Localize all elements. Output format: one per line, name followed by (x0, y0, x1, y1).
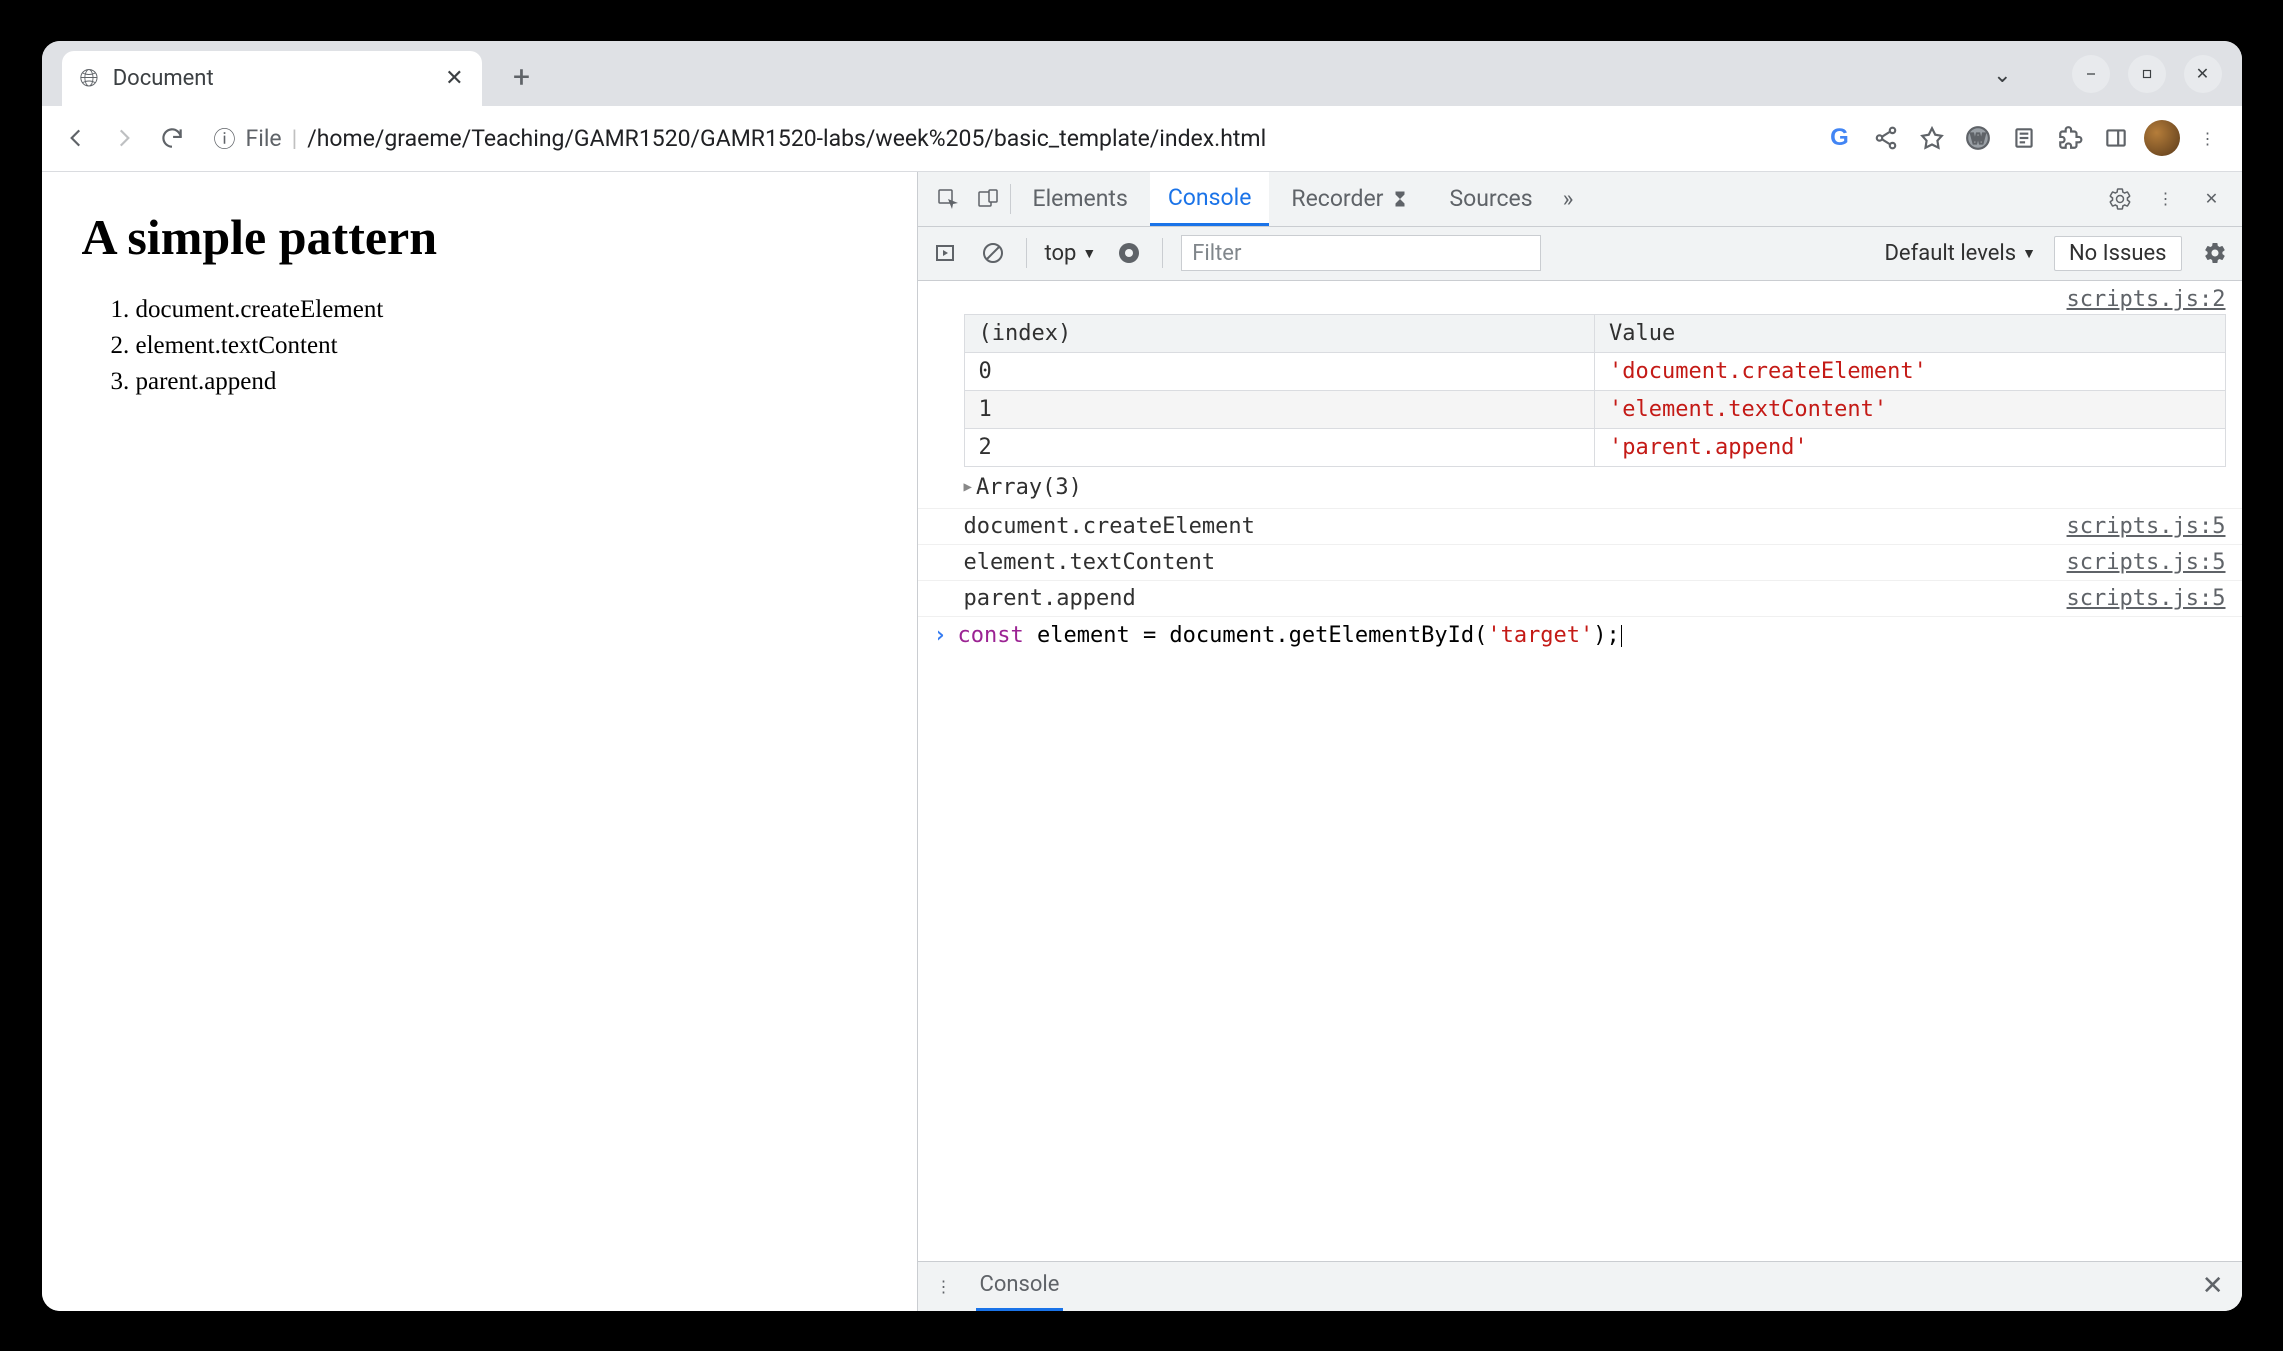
back-button[interactable] (56, 118, 96, 158)
table-row: 1 'element.textContent' (964, 390, 2225, 428)
reload-button[interactable] (152, 118, 192, 158)
tab-title: Document (113, 66, 431, 91)
console-log-row: parent.append scripts.js:5 (918, 581, 2242, 617)
console-toolbar: top ▼ Filter Default levels ▼ No Issues (918, 227, 2242, 281)
context-selector[interactable]: top ▼ (1045, 241, 1097, 266)
table-row: 0 'document.createElement' (964, 352, 2225, 390)
extension-w-icon[interactable]: W (1958, 118, 1998, 158)
source-link[interactable]: scripts.js:5 (2067, 586, 2226, 611)
devtools-tab-bar: Elements Console Recorder Sources » ⋮ ✕ (918, 172, 2242, 227)
log-levels-selector[interactable]: Default levels ▼ (1884, 241, 2035, 266)
console-settings-icon[interactable] (2200, 238, 2230, 268)
url-scheme: File (246, 125, 282, 152)
browser-toolbar: ⓘ File | /home/graeme/Teaching/GAMR1520/… (42, 106, 2242, 172)
devtools-panel: Elements Console Recorder Sources » ⋮ ✕ (917, 172, 2242, 1311)
window-controls: ✕ (2072, 55, 2222, 93)
svg-text:W: W (1970, 130, 1985, 147)
share-icon[interactable] (1866, 118, 1906, 158)
toggle-device-icon[interactable] (970, 181, 1006, 217)
console-output[interactable]: scripts.js:2 (index) Value 0 'document.c… (918, 281, 2242, 1261)
console-log-row: document.createElement scripts.js:5 (918, 509, 2242, 545)
console-table: (index) Value 0 'document.createElement'… (964, 314, 2226, 467)
prompt-chevron-icon: › (934, 623, 958, 648)
google-search-icon[interactable]: G (1820, 118, 1860, 158)
bookmark-star-icon[interactable] (1912, 118, 1952, 158)
tab-elements[interactable]: Elements (1015, 172, 1146, 227)
tab-close-icon[interactable]: ✕ (445, 66, 463, 91)
address-bar[interactable]: ⓘ File | /home/graeme/Teaching/GAMR1520/… (200, 116, 1792, 160)
list-item: element.textContent (136, 328, 877, 364)
page-viewport: A simple pattern document.createElement … (42, 172, 917, 1311)
devtools-drawer: ⋮ Console ✕ (918, 1261, 2242, 1311)
minimize-button[interactable] (2072, 55, 2110, 93)
devtools-close-icon[interactable]: ✕ (2194, 181, 2230, 217)
devtools-menu-icon[interactable]: ⋮ (2148, 181, 2184, 217)
url-path: /home/graeme/Teaching/GAMR1520/GAMR1520-… (307, 125, 1266, 152)
side-panel-icon[interactable] (2096, 118, 2136, 158)
source-link[interactable]: scripts.js:5 (2067, 550, 2226, 575)
page-heading: A simple pattern (82, 208, 877, 266)
table-header-index[interactable]: (index) (964, 314, 1595, 352)
list-item: parent.append (136, 364, 877, 400)
page-list: document.createElement element.textConte… (82, 292, 877, 401)
table-row: 2 'parent.append' (964, 428, 2225, 466)
tab-sources[interactable]: Sources (1431, 172, 1550, 227)
forward-button[interactable] (104, 118, 144, 158)
tab-search-dropdown-icon[interactable]: ⌄ (1993, 63, 2011, 88)
array-expand-toggle[interactable]: ▶ Array(3) (918, 471, 2242, 509)
console-input[interactable]: const element = document.getElementById(… (958, 623, 1622, 648)
toggle-sidebar-icon[interactable] (930, 238, 960, 268)
devtools-settings-icon[interactable] (2102, 181, 2138, 217)
close-window-button[interactable]: ✕ (2184, 55, 2222, 93)
drawer-close-icon[interactable]: ✕ (2202, 1271, 2224, 1301)
issues-button[interactable]: No Issues (2054, 236, 2182, 271)
drawer-menu-icon[interactable]: ⋮ (936, 1277, 952, 1296)
new-tab-button[interactable]: + (502, 58, 542, 98)
tab-bar: 🌐︎ Document ✕ + ⌄ ✕ (42, 41, 2242, 106)
profile-avatar[interactable] (2142, 118, 2182, 158)
drawer-tab-console[interactable]: Console (976, 1261, 1064, 1311)
filter-input[interactable]: Filter (1181, 235, 1541, 271)
disclosure-triangle-icon: ▶ (964, 479, 972, 495)
clear-console-icon[interactable] (978, 238, 1008, 268)
table-header-value[interactable]: Value (1595, 314, 2226, 352)
maximize-button[interactable] (2128, 55, 2166, 93)
source-link[interactable]: scripts.js:2 (918, 281, 2242, 314)
globe-icon: 🌐︎ (80, 64, 99, 92)
tab-console[interactable]: Console (1150, 172, 1270, 227)
more-tabs-icon[interactable]: » (1555, 172, 1582, 227)
browser-window: 🌐︎ Document ✕ + ⌄ ✕ ⓘ File | (42, 41, 2242, 1311)
source-link[interactable]: scripts.js:5 (2067, 514, 2226, 539)
reading-list-icon[interactable] (2004, 118, 2044, 158)
chrome-menu-icon[interactable]: ⋮ (2188, 118, 2228, 158)
browser-tab[interactable]: 🌐︎ Document ✕ (62, 51, 482, 106)
site-info-icon[interactable]: ⓘ (214, 122, 236, 154)
console-prompt[interactable]: › const element = document.getElementByI… (918, 617, 2242, 654)
extensions-puzzle-icon[interactable] (2050, 118, 2090, 158)
inspect-element-icon[interactable] (930, 181, 966, 217)
tab-recorder[interactable]: Recorder (1273, 172, 1427, 227)
live-expression-icon[interactable] (1114, 238, 1144, 268)
list-item: document.createElement (136, 292, 877, 328)
console-log-row: element.textContent scripts.js:5 (918, 545, 2242, 581)
